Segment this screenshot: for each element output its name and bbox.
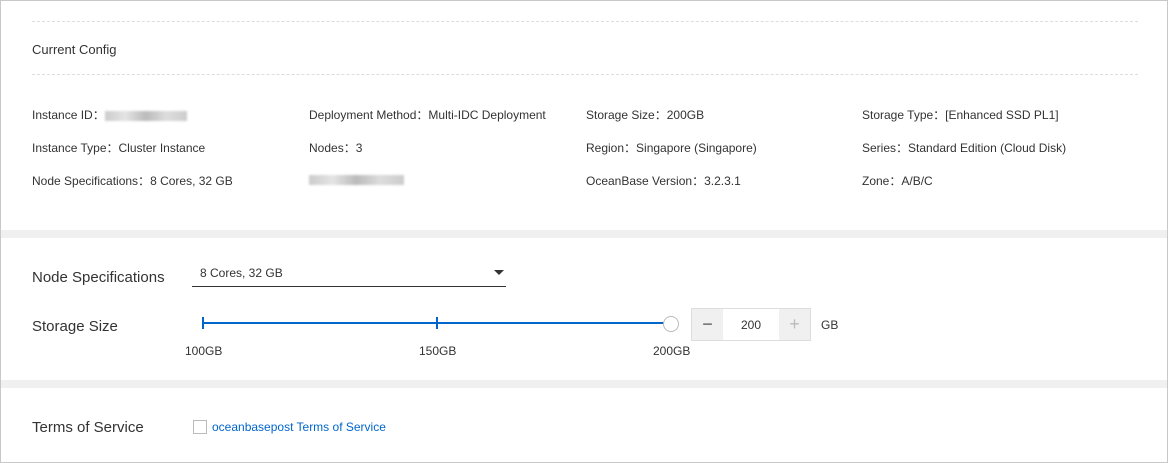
- storage-input[interactable]: 200: [723, 309, 779, 340]
- config-item: OceanBase Version：3.2.3.1: [586, 172, 741, 189]
- node-spec-select[interactable]: 8 Cores, 32 GB: [192, 262, 506, 287]
- config-item: [309, 172, 404, 186]
- section-separator: [1, 230, 1167, 238]
- redacted-value: [309, 174, 404, 185]
- config-item: Node Specifications：8 Cores, 32 GB: [32, 172, 233, 189]
- slider-mark: 100GB: [185, 344, 223, 358]
- redacted-value: [104, 110, 187, 121]
- slider-handle[interactable]: [663, 316, 679, 332]
- config-label: OceanBase Version：: [586, 174, 705, 188]
- increment-button[interactable]: +: [779, 309, 810, 340]
- config-value: Cluster Instance: [118, 141, 206, 155]
- config-value: 3.2.3.1: [704, 174, 741, 188]
- slider-track[interactable]: [203, 322, 667, 324]
- config-item: Series：Standard Edition (Cloud Disk): [862, 139, 1066, 156]
- config-label: Region：: [586, 141, 637, 155]
- section-title: Current Config: [32, 42, 117, 57]
- config-item: Storage Size：200GB: [586, 106, 704, 123]
- terms-label: Terms of Service: [32, 419, 144, 436]
- config-value: Standard Edition (Cloud Disk): [908, 141, 1067, 155]
- config-item: Instance Type：Cluster Instance: [32, 139, 205, 156]
- decrement-button[interactable]: −: [692, 309, 723, 340]
- config-label: Deployment Method：: [309, 108, 429, 122]
- config-item: Region：Singapore (Singapore): [586, 139, 757, 156]
- storage-stepper: − 200 +: [691, 308, 811, 341]
- config-label: Nodes：: [309, 141, 356, 155]
- config-value: 8 Cores, 32 GB: [150, 174, 233, 188]
- node-spec-label: Node Specifications: [32, 269, 165, 286]
- terms-checkbox[interactable]: [193, 420, 207, 434]
- config-item: Instance ID：: [32, 106, 187, 123]
- config-value: A/B/C: [901, 174, 933, 188]
- unit-label: GB: [821, 318, 839, 332]
- config-item: Nodes：3: [309, 139, 362, 156]
- config-value: Singapore (Singapore): [636, 141, 757, 155]
- config-label: Zone：: [862, 174, 902, 188]
- config-label: Node Specifications：: [32, 174, 151, 188]
- config-label: Series：: [862, 141, 909, 155]
- divider: [32, 21, 1138, 22]
- config-value: 3: [355, 141, 363, 155]
- config-label: Instance ID：: [32, 108, 105, 122]
- config-label: Storage Type：: [862, 108, 946, 122]
- section-separator: [1, 380, 1167, 388]
- slider-mark: 200GB: [653, 344, 691, 358]
- config-item: Storage Type：[Enhanced SSD PL1]: [862, 106, 1059, 123]
- storage-size-label: Storage Size: [32, 318, 118, 335]
- config-value: [Enhanced SSD PL1]: [945, 108, 1059, 122]
- config-item: Deployment Method：Multi-IDC Deployment: [309, 106, 546, 123]
- chevron-down-icon: [494, 270, 504, 275]
- divider: [32, 74, 1138, 75]
- config-label: Storage Size：: [586, 108, 667, 122]
- terms-link[interactable]: oceanbasepost Terms of Service: [212, 420, 386, 434]
- slider-tick: [436, 317, 438, 329]
- config-value: Multi-IDC Deployment: [428, 108, 546, 122]
- slider-mark: 150GB: [419, 344, 457, 358]
- node-spec-value: 8 Cores, 32 GB: [200, 266, 283, 280]
- config-label: Instance Type：: [32, 141, 119, 155]
- slider-tick: [202, 317, 204, 329]
- config-item: Zone：A/B/C: [862, 172, 933, 189]
- config-value: 200GB: [666, 108, 705, 122]
